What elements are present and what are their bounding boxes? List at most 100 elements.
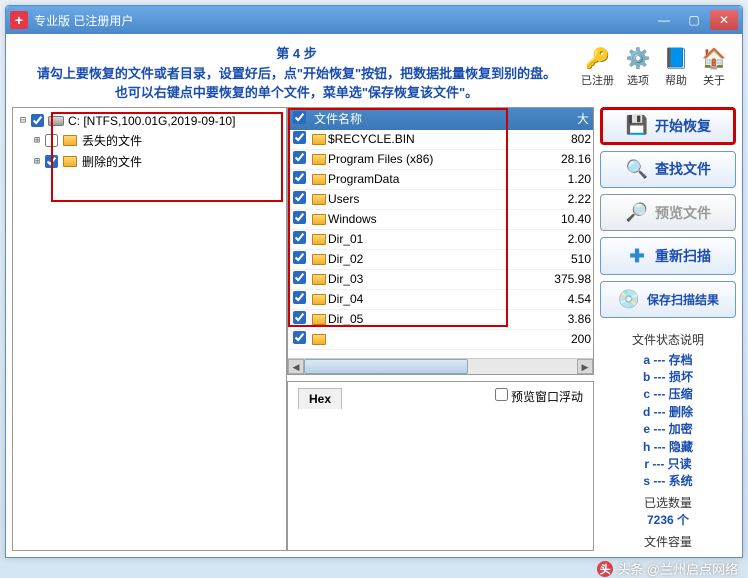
toolbar: 🔑 已注册 ⚙️ 选项 📘 帮助 🏠 关于 [581,40,736,88]
file-name[interactable]: Dir_04 [328,292,549,306]
file-name[interactable]: $RECYCLE.BIN [328,132,549,146]
file-checkbox[interactable] [293,331,306,344]
file-row[interactable]: $RECYCLE.BIN 802 [288,130,593,150]
file-name[interactable]: Users [328,192,549,206]
preview-file-button[interactable]: 🔎 预览文件 [600,194,736,231]
deleted-label[interactable]: 删除的文件 [82,153,142,170]
rescan-button[interactable]: ✚ 重新扫描 [600,237,736,274]
save-disk-icon: 💾 [625,114,649,138]
file-checkbox[interactable] [293,131,306,144]
file-checkbox[interactable] [293,191,306,204]
file-row[interactable]: Dir_01 2.00 [288,230,593,250]
drive-checkbox[interactable] [31,114,44,127]
file-row[interactable]: ProgramData 1.20 [288,170,593,190]
options-button[interactable]: ⚙️ 选项 [624,44,652,88]
file-row[interactable]: Program Files (x86) 28.16 [288,150,593,170]
legend-item: r --- 只读 [600,456,736,473]
folder-icon [310,134,328,145]
folder-icon [310,314,328,325]
expand-icon[interactable]: ⊞ [31,135,43,146]
hex-tab[interactable]: Hex [298,388,342,409]
watermark: 头 头条 @兰州启点网络 [597,559,738,578]
legend-item: s --- 系统 [600,473,736,490]
file-size: 1.20 [549,172,593,186]
expand-icon[interactable]: ⊟ [17,115,29,126]
file-row[interactable]: Users 2.22 [288,190,593,210]
save-results-button[interactable]: 💿 保存扫描结果 [600,281,736,318]
file-size: 510 [549,252,593,266]
deleted-checkbox[interactable] [45,155,58,168]
file-size: 3.86 [549,312,593,326]
file-row[interactable]: Dir_02 510 [288,250,593,270]
file-row[interactable]: Dir_04 4.54 [288,290,593,310]
tree-node-deleted[interactable]: ⊞ 删除的文件 [31,151,282,172]
plus-icon: ✚ [625,244,649,268]
file-size: 28.16 [549,152,593,166]
float-preview-toggle[interactable]: 预览窗口浮动 [495,388,583,409]
folder-icon [310,214,328,225]
legend-item: d --- 删除 [600,404,736,421]
folder-icon [310,294,328,305]
about-button[interactable]: 🏠 关于 [700,44,728,88]
select-all-checkbox[interactable] [293,111,306,124]
folder-icon [310,174,328,185]
lost-checkbox[interactable] [45,134,58,147]
file-list: 文件名称 大 $RECYCLE.BIN 802 Program Files (x… [287,107,594,376]
horizontal-scrollbar[interactable]: ◀ ▶ [288,358,593,374]
legend-item: c --- 压缩 [600,386,736,403]
tree-root-drive[interactable]: ⊟ C: [NTFS,100.01G,2019-09-10] [17,112,282,130]
file-name[interactable]: Program Files (x86) [328,152,549,166]
file-row[interactable]: 200 [288,330,593,350]
expand-icon[interactable]: ⊞ [31,156,43,167]
file-name[interactable]: Windows [328,212,549,226]
start-recovery-button[interactable]: 💾 开始恢复 [600,107,736,145]
minimize-button[interactable]: ― [650,10,678,30]
app-window: + 专业版 已注册用户 ― ▢ ✕ 第 4 步 请勾上要恢复的文件或者目录，设置… [5,5,743,558]
file-size: 802 [549,132,593,146]
file-checkbox[interactable] [293,271,306,284]
file-checkbox[interactable] [293,171,306,184]
maximize-button[interactable]: ▢ [680,10,708,30]
file-checkbox[interactable] [293,291,306,304]
file-name[interactable]: Dir_05 [328,312,549,326]
file-row[interactable]: Dir_03 375.98 [288,270,593,290]
scroll-thumb[interactable] [304,359,468,374]
selected-size-label: 文件容量 [600,534,736,551]
file-checkbox[interactable] [293,151,306,164]
file-size: 375.98 [549,272,593,286]
file-checkbox[interactable] [293,251,306,264]
close-button[interactable]: ✕ [710,10,738,30]
file-list-header: 文件名称 大 [288,108,593,130]
find-file-button[interactable]: 🔍 查找文件 [600,151,736,188]
file-checkbox[interactable] [293,231,306,244]
file-checkbox[interactable] [293,211,306,224]
file-name[interactable]: Dir_02 [328,252,549,266]
file-panel: 文件名称 大 $RECYCLE.BIN 802 Program Files (x… [287,107,594,552]
folder-icon [310,334,328,345]
scroll-right-icon[interactable]: ▶ [577,359,593,374]
folder-icon [62,133,78,147]
col-size[interactable]: 大 [549,110,593,127]
drive-label[interactable]: C: [NTFS,100.01G,2019-09-10] [68,114,235,128]
window-title: 专业版 已注册用户 [34,12,648,29]
file-name[interactable]: Dir_01 [328,232,549,246]
file-name[interactable]: Dir_03 [328,272,549,286]
file-row[interactable]: Windows 10.40 [288,210,593,230]
tree-node-lost[interactable]: ⊞ 丢失的文件 [31,130,282,151]
help-button[interactable]: 📘 帮助 [662,44,690,88]
folder-icon [310,254,328,265]
registered-button[interactable]: 🔑 已注册 [581,44,614,88]
scroll-left-icon[interactable]: ◀ [288,359,304,374]
actions-panel: 💾 开始恢复 🔍 查找文件 🔎 预览文件 ✚ 重新扫描 💿 保存扫描 [594,107,736,552]
save-results-icon: 💿 [617,288,641,312]
col-name[interactable]: 文件名称 [310,110,549,127]
watermark-icon: 头 [597,561,613,577]
file-checkbox[interactable] [293,311,306,324]
float-checkbox[interactable] [495,388,508,401]
instruction-line-2: 也可以右键点中要恢复的单个文件，菜单选"保存恢复该文件"。 [115,85,478,100]
file-row[interactable]: Dir_05 3.86 [288,310,593,330]
lost-label[interactable]: 丢失的文件 [82,132,142,149]
folder-icon [62,154,78,168]
about-icon: 🏠 [700,44,728,72]
file-name[interactable]: ProgramData [328,172,549,186]
